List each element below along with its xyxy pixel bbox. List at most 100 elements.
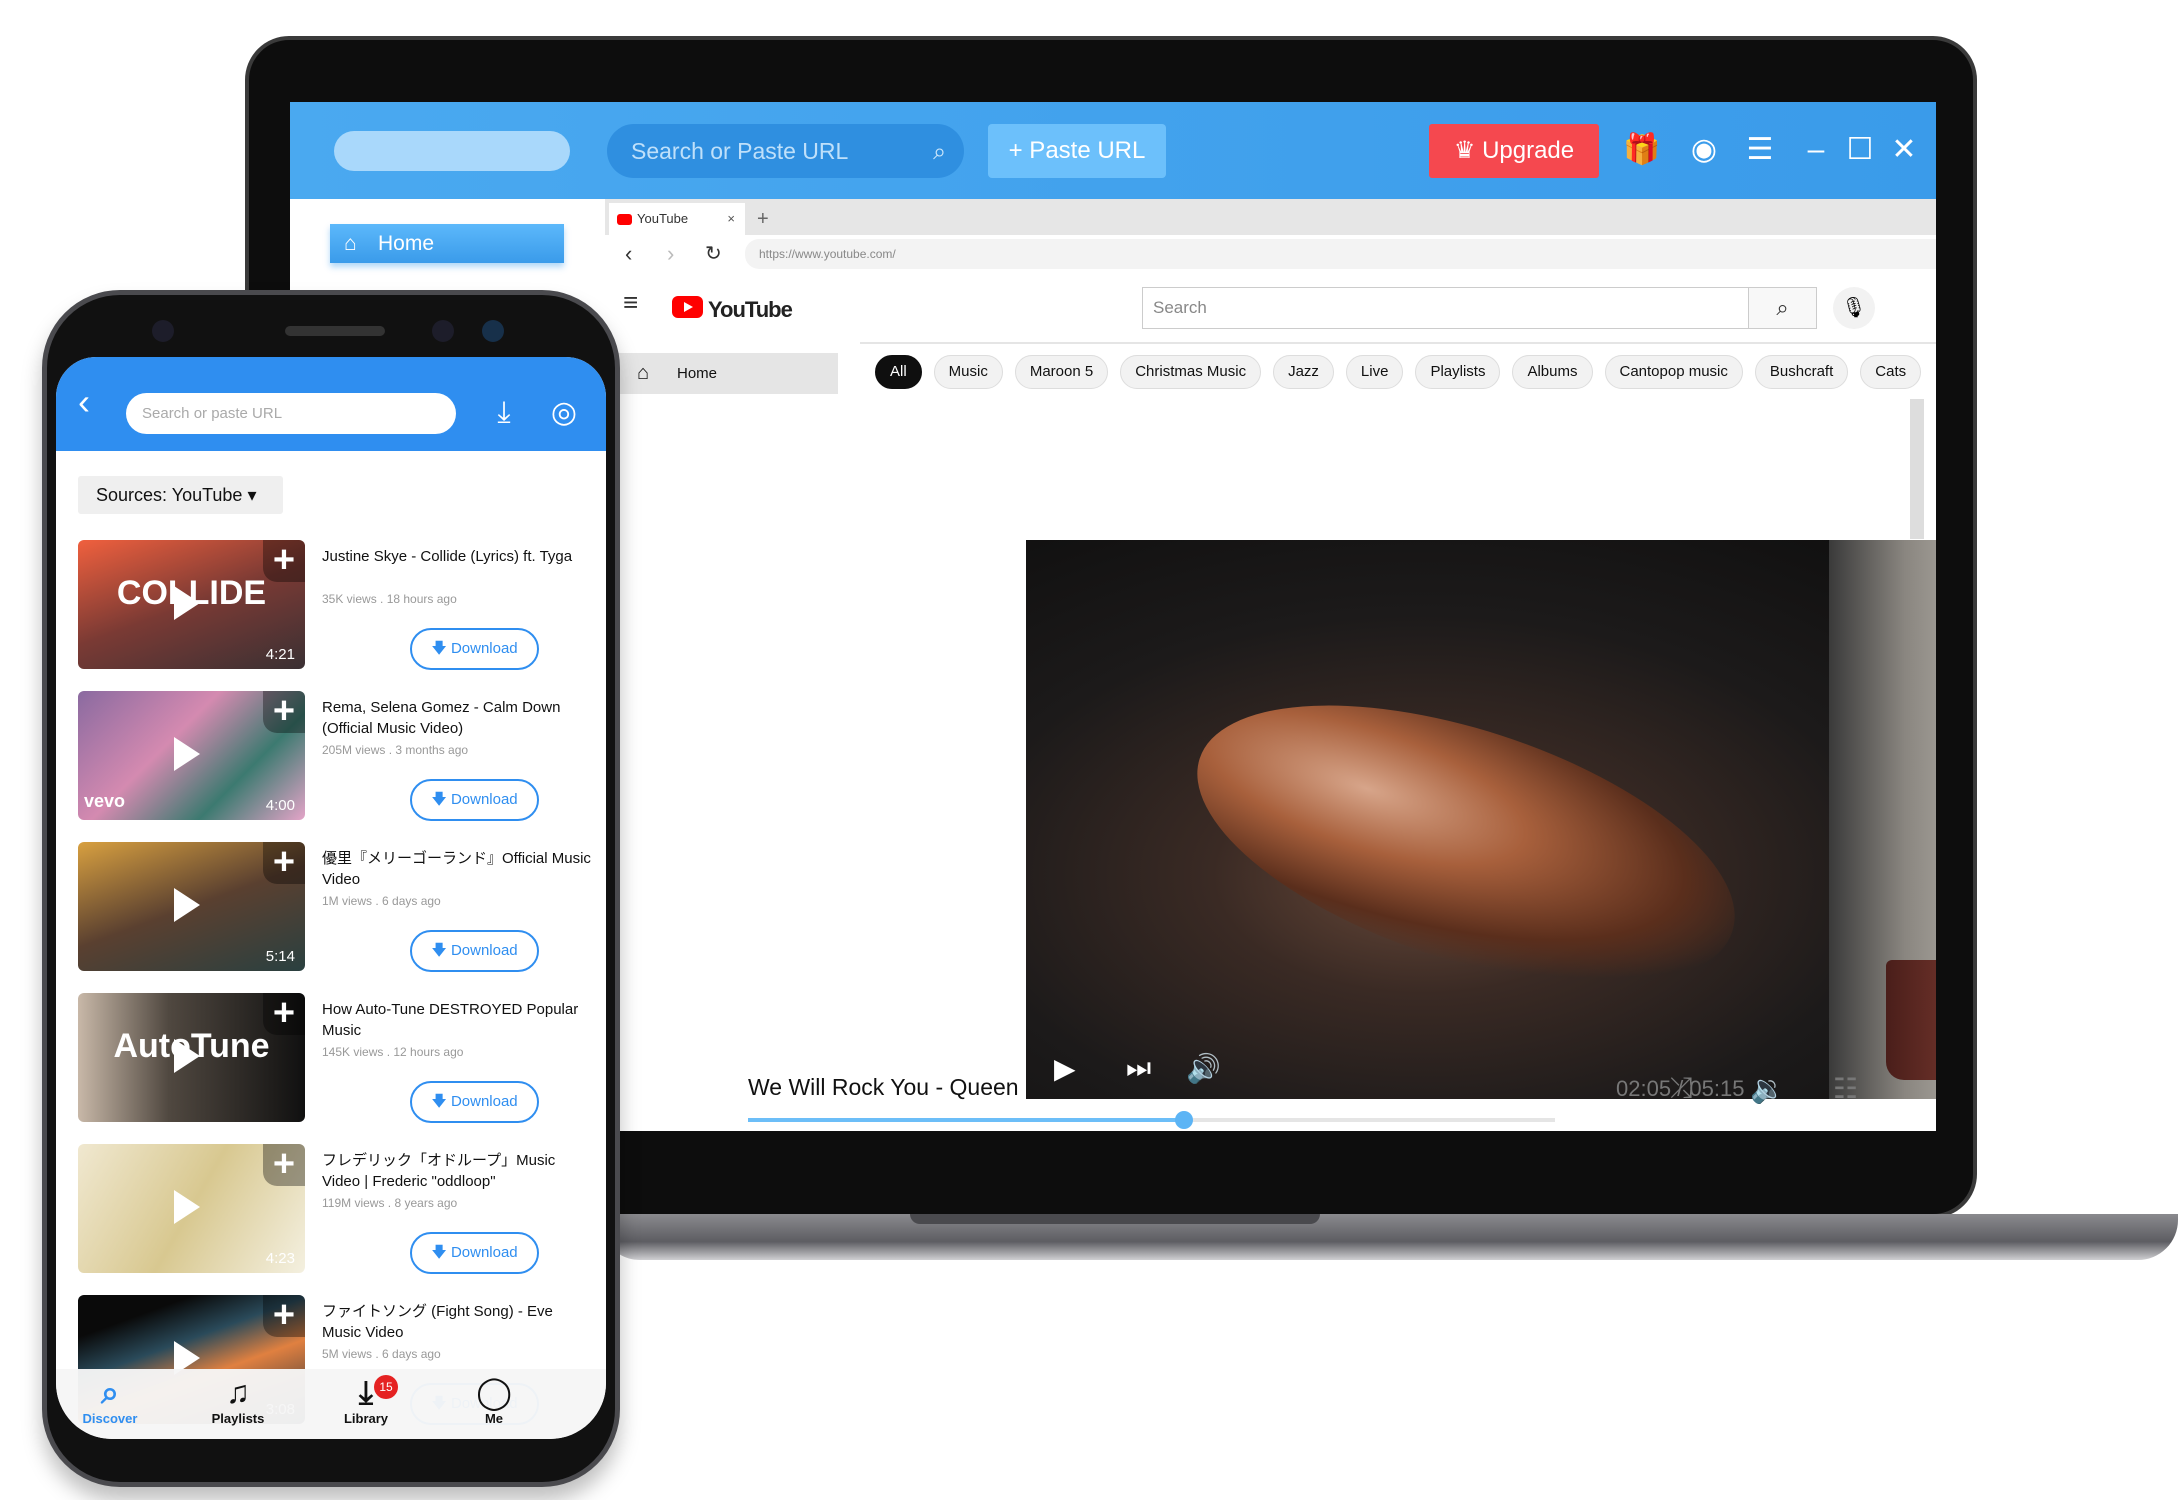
playlist-icon[interactable]: ☷ [1833,1072,1858,1105]
chip-cats[interactable]: Cats [1860,355,1922,389]
app-header: Search or Paste URL ⌕ + Paste URL ♛ Upgra… [290,102,1936,199]
url-bar[interactable]: https://www.youtube.com/ [745,239,1936,269]
close-icon[interactable]: ✕ [1884,130,1924,170]
paste-url-button[interactable]: + Paste URL [988,124,1166,178]
minimize-icon[interactable]: – [1796,130,1836,170]
download-button[interactable]: 🡇 Download [410,1232,539,1274]
video-thumbnail[interactable]: vevo +4:00 [78,691,305,820]
upgrade-button[interactable]: ♛ Upgrade [1429,124,1599,178]
tab-youtube[interactable]: YouTube × [609,203,745,235]
chip-cantopop-music[interactable]: Cantopop music [1604,355,1743,389]
menu-icon[interactable]: ☰ [1740,130,1780,170]
download-button[interactable]: 🡇 Download [410,779,539,821]
volume-icon[interactable]: 🔉 [1750,1072,1785,1105]
progress-slider[interactable] [748,1111,1555,1129]
progress-knob[interactable] [1174,1111,1193,1129]
chip-music[interactable]: Music [933,355,1003,389]
video-title[interactable]: フレデリック「オドループ」Music Video | Frederic "odd… [322,1150,592,1192]
chip-bushcraft[interactable]: Bushcraft [1754,355,1849,389]
add-to-playlist-icon[interactable]: + [263,540,305,582]
youtube-search-input[interactable]: Search [1142,287,1749,329]
reload-icon[interactable]: ↻ [705,237,722,271]
download-arrow-icon: 🡇 [431,791,451,808]
play-icon[interactable] [174,586,200,620]
nav-playlists[interactable]: ♫ Playlists [188,1373,288,1426]
video-meta: 205M views . 3 months ago [322,743,469,757]
add-to-playlist-icon[interactable]: + [263,993,305,1035]
back-icon[interactable]: ‹ [78,381,90,423]
account-icon[interactable]: ◉ [1684,130,1724,170]
new-tab-button[interactable]: + [757,203,769,235]
chip-maroon-5[interactable]: Maroon 5 [1014,355,1109,389]
video-title[interactable]: Justine Skye - Collide (Lyrics) ft. Tyga [322,546,592,567]
youtube-header: ≡ YouTube Search ⌕ 🎙 [605,273,1936,343]
download-label: Download [450,1093,518,1110]
video-thumbnail[interactable]: AutoTune + [78,993,305,1122]
track-title: We Will Rock You - Queen [748,1074,1019,1100]
video-thumbnail[interactable]: COLLIDE +4:21 [78,540,305,669]
forward-icon[interactable]: › [667,237,674,271]
chip-jazz[interactable]: Jazz [1273,355,1334,389]
youtube-logo[interactable]: YouTube [672,296,793,323]
search-input[interactable]: Search or Paste URL ⌕ [607,124,964,178]
chip-albums[interactable]: Albums [1512,355,1593,389]
nav-me[interactable]: ◯ Me [444,1373,544,1426]
search-icon[interactable]: ⌕ [1749,287,1817,329]
download-icon[interactable]: ⤓ [484,393,524,433]
chip-christmas-music[interactable]: Christmas Music [1120,355,1262,389]
phone-speaker [285,326,385,336]
video-duration: 4:00 [265,797,295,814]
menu-icon[interactable]: ≡ [623,287,638,318]
divider [860,342,1936,344]
search-icon: ⌕ [101,1374,119,1410]
shuffle-icon[interactable]: ⤮ [1670,1072,1692,1105]
nav-discover[interactable]: ⌕ Discover [60,1373,160,1426]
add-to-playlist-icon[interactable]: + [263,1295,305,1337]
download-button[interactable]: 🡇 Download [410,930,539,972]
search-icon[interactable]: ⌕ [933,124,946,178]
add-to-playlist-icon[interactable]: + [263,1144,305,1186]
nav-label: Playlists [211,1411,265,1426]
video-title[interactable]: How Auto-Tune DESTROYED Popular Music [322,999,592,1041]
crown-icon: ♛ [1453,137,1483,164]
nav-library[interactable]: ⤓ Library 15 [316,1373,416,1426]
scrollbar[interactable] [1910,399,1924,539]
play-icon[interactable] [174,888,200,922]
maximize-icon[interactable]: ☐ [1840,130,1880,170]
video-player[interactable]: ▶ ⏭ 🔊 [1026,540,1936,1099]
chip-all[interactable]: All [875,355,922,389]
youtube-nav-home[interactable]: ⌂ Home [615,353,838,394]
close-tab-icon[interactable]: × [727,203,735,235]
list-item: +5:14 優里『メリーゴーランド』Official Music Video 1M … [78,842,598,972]
video-meta: 1M views . 6 days ago [322,894,441,908]
embedded-browser: YouTube × + ‹ › ↻ https://www.youtube.com… [605,199,1936,1131]
video-title[interactable]: Rema, Selena Gomez - Calm Down (Official… [322,697,592,739]
microphone-icon[interactable]: 🎙 [1833,287,1875,329]
play-icon[interactable] [174,1190,200,1224]
chip-bar: All Music Maroon 5 Christmas Music Jazz Live P… [875,355,1922,389]
video-duration: 4:21 [265,646,295,663]
home-icon: ⌂ [637,362,650,384]
video-title[interactable]: ファイトソング (Fight Song) - Eve Music Video [322,1301,592,1343]
app-logo [334,131,570,171]
video-thumbnail[interactable]: +4:23 [78,1144,305,1273]
chip-playlists[interactable]: Playlists [1415,355,1501,389]
video-title[interactable]: 優里『メリーゴーランド』Official Music Video [322,848,592,890]
video-thumbnail[interactable]: +5:14 [78,842,305,971]
play-icon[interactable] [174,737,200,771]
download-arrow-icon: 🡇 [431,640,451,657]
download-button[interactable]: 🡇 Download [410,628,539,670]
mobile-app-screen: ‹ Search or paste URL ⤓ ◎ Sources: YouTu… [56,357,606,1439]
sidebar-item-home[interactable]: ⌂ Home [330,224,564,263]
add-to-playlist-icon[interactable]: + [263,691,305,733]
sources-dropdown[interactable]: Sources: YouTube ▾ [78,476,283,514]
back-icon[interactable]: ‹ [625,237,632,271]
download-button[interactable]: 🡇 Download [410,1081,539,1123]
music-disc-icon[interactable]: ◎ [544,393,584,433]
mobile-search-input[interactable]: Search or paste URL [126,393,456,434]
add-to-playlist-icon[interactable]: + [263,842,305,884]
nav-label: Me [484,1411,504,1426]
play-icon[interactable] [174,1039,200,1073]
gift-icon[interactable]: 🎁 [1622,130,1662,170]
chip-live[interactable]: Live [1345,355,1404,389]
